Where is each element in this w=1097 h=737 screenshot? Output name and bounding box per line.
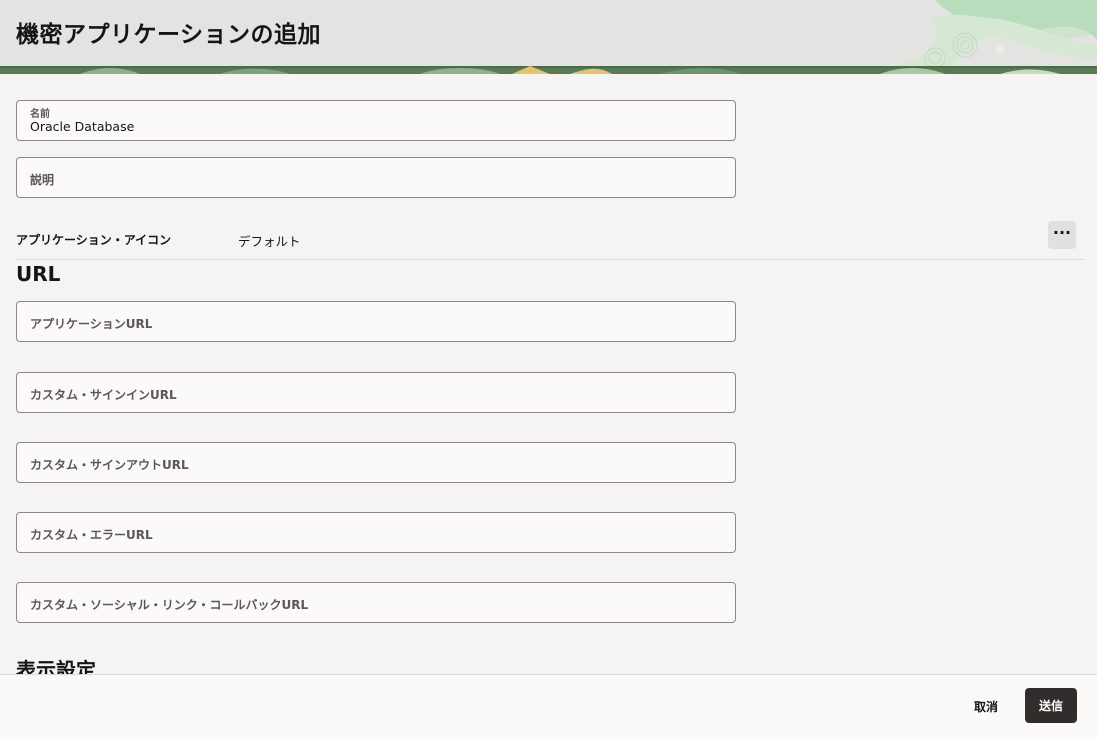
form-content[interactable]: 名前 Oracle Database 説明 アプリケーション・アイコン デフォル… (0, 74, 1097, 674)
cancel-button[interactable]: 取消 (962, 694, 1010, 718)
description-field-label: 説明 (30, 173, 55, 187)
app-icon-label: アプリケーション・アイコン (16, 233, 172, 247)
divider (16, 259, 1084, 260)
custom-social-link-callback-url-field[interactable]: カスタム・ソーシャル・リンク・コールバックURL (16, 582, 736, 623)
add-confidential-application-page: 機密アプリケーションの追加 名前 Oracle Database 説明 アプリケ… (0, 0, 1097, 737)
more-horizontal-icon: ··· (1052, 223, 1072, 242)
display-settings-section-title: 表示設定 (16, 658, 96, 674)
name-field-label: 名前 (30, 109, 50, 120)
app-icon-value: デフォルト (238, 234, 301, 249)
custom-error-url-label: カスタム・エラーURL (30, 528, 153, 542)
description-field[interactable]: 説明 (16, 157, 736, 198)
name-field[interactable]: 名前 Oracle Database (16, 100, 736, 141)
custom-signout-url-field[interactable]: カスタム・サインアウトURL (16, 442, 736, 483)
page-header: 機密アプリケーションの追加 (0, 0, 1097, 74)
footer-bar: 取消 送信 (0, 674, 1097, 737)
custom-social-link-callback-url-label: カスタム・ソーシャル・リンク・コールバックURL (30, 598, 309, 612)
url-section-title: URL (16, 262, 61, 286)
app-icon-more-button[interactable]: ··· (1048, 221, 1076, 249)
custom-signin-url-field[interactable]: カスタム・サインインURL (16, 372, 736, 413)
application-url-label: アプリケーションURL (30, 317, 153, 331)
submit-button[interactable]: 送信 (1025, 688, 1077, 723)
application-url-field[interactable]: アプリケーションURL (16, 301, 736, 342)
page-title: 機密アプリケーションの追加 (16, 22, 322, 48)
custom-signout-url-label: カスタム・サインアウトURL (30, 458, 189, 472)
custom-signin-url-label: カスタム・サインインURL (30, 388, 177, 402)
name-field-value[interactable]: Oracle Database (30, 119, 134, 134)
custom-error-url-field[interactable]: カスタム・エラーURL (16, 512, 736, 553)
